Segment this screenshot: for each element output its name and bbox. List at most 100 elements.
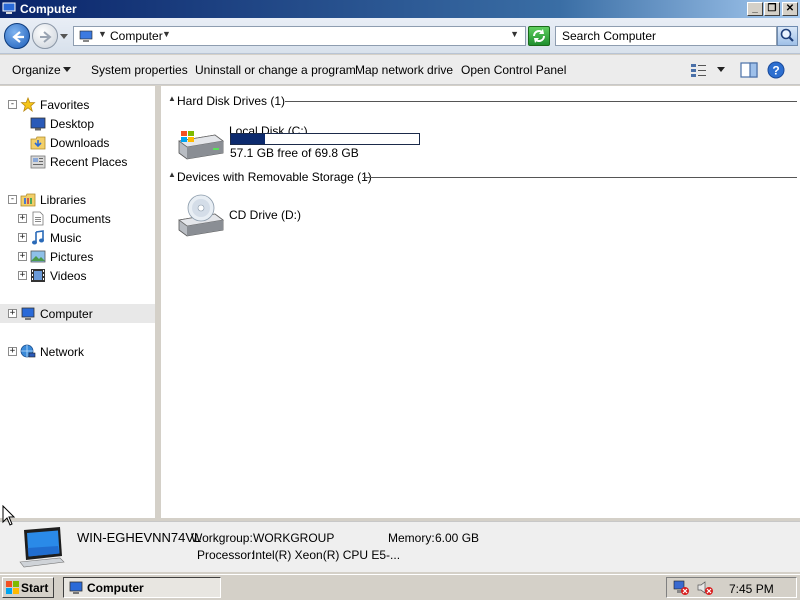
collapse-caret-icon[interactable]: ▲	[168, 94, 176, 103]
libraries-icon	[20, 193, 36, 207]
sidebar-item-recent-places[interactable]: Recent Places	[0, 152, 155, 171]
collapse-toggle[interactable]: -	[8, 195, 17, 204]
computer-icon	[2, 2, 16, 14]
back-arrow-icon	[12, 31, 24, 43]
computer-icon	[69, 581, 83, 594]
system-tray: 7:45 PM	[666, 577, 797, 598]
memory-label: Memory:	[388, 531, 435, 545]
group-header-hard-disks[interactable]: ▲ Hard Disk Drives (1)	[167, 94, 799, 108]
clock[interactable]: 7:45 PM	[729, 582, 774, 596]
breadcrumb-arrow[interactable]: ▼	[162, 29, 171, 39]
details-pane: WIN-EGHEVNN74VL Workgroup: WORKGROUP Mem…	[0, 521, 800, 572]
sidebar-item-videos[interactable]: + Videos	[0, 266, 155, 285]
search-input[interactable]: Search Computer	[555, 26, 777, 46]
sidebar-item-desktop[interactable]: Desktop	[0, 114, 155, 133]
sidebar-item-label: Pictures	[50, 250, 94, 264]
collapse-caret-icon[interactable]: ▲	[168, 170, 176, 179]
memory-value: 6.00 GB	[435, 531, 480, 545]
sidebar-item-downloads[interactable]: Downloads	[0, 133, 155, 152]
expand-toggle[interactable]: +	[18, 214, 27, 223]
network-disconnected-icon[interactable]	[673, 580, 690, 596]
sidebar-item-label: Desktop	[50, 117, 95, 131]
group-title: Devices with Removable Storage (1)	[177, 170, 372, 184]
recent-pages-dropdown[interactable]	[60, 32, 68, 40]
start-label: Start	[21, 581, 49, 595]
drive-usage-fill	[231, 134, 265, 144]
forward-arrow-icon	[40, 31, 52, 43]
sidebar-item-computer[interactable]: + Computer	[0, 304, 155, 323]
workgroup-label: Workgroup:	[191, 531, 253, 545]
sidebar-favorites[interactable]: - Favorites	[0, 95, 155, 114]
open-control-panel-button[interactable]: Open Control Panel	[461, 63, 566, 77]
taskbar-button-computer[interactable]: Computer	[63, 577, 221, 598]
expand-toggle[interactable]: +	[18, 252, 27, 261]
restore-button[interactable]: ❐	[764, 2, 780, 16]
volume-muted-icon[interactable]	[697, 580, 714, 596]
organize-button[interactable]: Organize	[12, 63, 61, 77]
refresh-button[interactable]	[528, 26, 550, 46]
map-network-drive-button[interactable]: Map network drive	[355, 63, 453, 77]
sidebar-item-music[interactable]: + Music	[0, 228, 155, 247]
hard-disk-icon	[178, 131, 224, 160]
downloads-icon	[30, 136, 46, 150]
processor-value: Intel(R) Xeon(R) CPU E5-...	[252, 548, 401, 562]
search-placeholder: Search Computer	[562, 29, 657, 43]
forward-button[interactable]	[32, 23, 58, 49]
computer-name: WIN-EGHEVNN74VL	[77, 530, 202, 545]
breadcrumb-arrow[interactable]: ▼	[98, 29, 107, 39]
window-title-bar[interactable]: Computer _ ❐ ✕	[0, 0, 800, 18]
taskbar: Start Computer 7:45 PM	[0, 574, 800, 600]
cd-drive-icon	[178, 194, 224, 237]
sidebar-item-label: Videos	[50, 269, 87, 283]
sidebar-libraries-label: Libraries	[40, 193, 87, 207]
sidebar-item-label: Network	[40, 345, 85, 359]
network-icon	[20, 344, 36, 358]
sidebar-item-network[interactable]: + Network	[0, 342, 155, 361]
start-button[interactable]: Start	[2, 577, 54, 598]
content-pane: ▲ Hard Disk Drives (1) Local Disk (C:) 5…	[161, 86, 800, 518]
address-bar[interactable]: ▼ Computer ▼ ▼	[73, 26, 526, 46]
expand-toggle[interactable]: +	[18, 271, 27, 280]
expand-toggle[interactable]: +	[18, 233, 27, 242]
back-button[interactable]	[4, 23, 30, 49]
recent-places-icon	[30, 155, 46, 169]
view-dropdown-icon[interactable]	[717, 67, 725, 73]
pictures-icon	[30, 250, 46, 263]
sidebar-favorites-label: Favorites	[40, 98, 90, 112]
help-icon[interactable]: ?	[767, 61, 785, 79]
breadcrumb-computer[interactable]: Computer	[110, 29, 163, 43]
view-options-icon[interactable]	[690, 62, 708, 78]
drive-item-cd-drive[interactable]: CD Drive (D:)	[175, 192, 375, 240]
search-button[interactable]	[777, 26, 798, 46]
search-icon	[780, 28, 794, 42]
collapse-toggle[interactable]: -	[8, 100, 17, 109]
drive-usage-bar	[230, 133, 420, 145]
command-bar: Organize System properties Uninstall or …	[0, 55, 800, 85]
expand-toggle[interactable]: +	[8, 347, 17, 356]
star-icon	[20, 97, 36, 112]
desktop-icon	[30, 117, 46, 131]
computer-icon	[79, 30, 93, 42]
sidebar-libraries[interactable]: - Libraries	[0, 190, 155, 209]
refresh-icon	[533, 29, 545, 43]
sidebar-item-documents[interactable]: + Documents	[0, 209, 155, 228]
address-dropdown[interactable]: ▼	[510, 29, 519, 39]
group-title: Hard Disk Drives (1)	[177, 94, 286, 108]
music-icon	[32, 230, 44, 245]
taskbar-button-label: Computer	[87, 581, 144, 595]
documents-icon	[32, 211, 44, 226]
close-button[interactable]: ✕	[782, 2, 798, 16]
drive-free-space: 57.1 GB free of 69.8 GB	[230, 146, 359, 160]
sidebar-item-label: Downloads	[50, 136, 110, 150]
group-header-removable[interactable]: ▲ Devices with Removable Storage (1)	[167, 170, 799, 184]
address-row: ▼ Computer ▼ ▼ Search Computer	[0, 18, 800, 54]
sidebar-item-label: Music	[50, 231, 82, 245]
system-properties-button[interactable]: System properties	[91, 63, 188, 77]
minimize-button[interactable]: _	[747, 2, 763, 16]
expand-toggle[interactable]: +	[8, 309, 17, 318]
preview-pane-icon[interactable]	[740, 62, 758, 78]
uninstall-program-button[interactable]: Uninstall or change a program	[195, 63, 356, 77]
sidebar-item-pictures[interactable]: + Pictures	[0, 247, 155, 266]
computer-icon	[21, 307, 35, 320]
workgroup-value: WORKGROUP	[253, 531, 335, 545]
